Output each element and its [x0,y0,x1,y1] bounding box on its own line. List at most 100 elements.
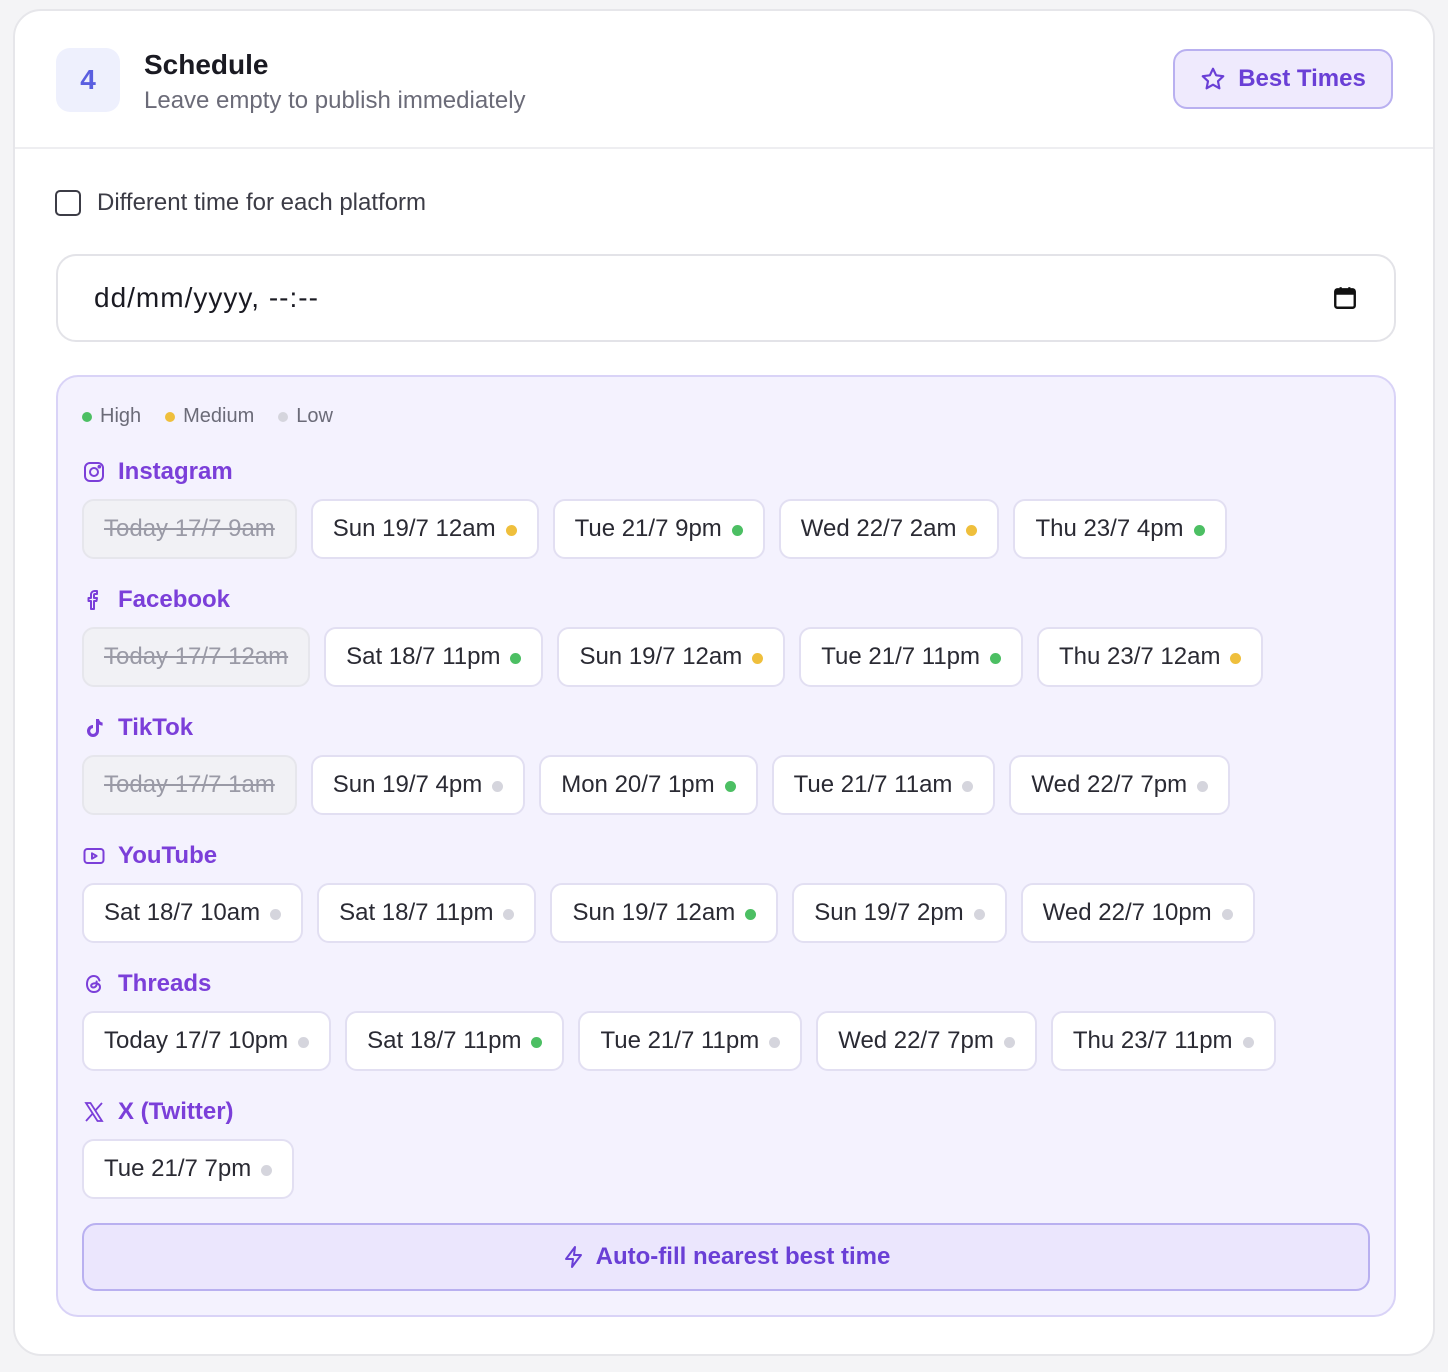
step-badge: 4 [56,48,120,112]
time-slot-list: Today 17/7 10pm Sat 18/7 11pm Tue 21/7 11p… [82,1011,1276,1071]
legend-dot [278,411,289,422]
time-slot-chip[interactable]: Mon 20/7 1pm [539,755,758,815]
time-slot-chip[interactable]: Sat 18/7 11pm [345,1011,565,1071]
priority-dot-high [510,652,522,664]
legend-label: High [100,405,142,427]
priority-dot-low [1221,908,1233,920]
time-slot-label: Thu 23/7 12am [1059,643,1221,670]
time-slot-list: Today 17/7 9am Sun 19/7 12am Tue 21/7 9pm W… [82,499,1227,559]
platform-name: TikTok [118,714,194,741]
platform-facebook: Facebook Today 17/7 12am Sat 18/7 11pm Sun … [82,585,1264,687]
time-slot-label: Today 17/7 12am [104,643,289,670]
time-slot-chip[interactable]: Sun 19/7 12am [310,499,539,559]
platform-instagram: Instagram Today 17/7 9am Sun 19/7 12am Tue … [82,457,1227,559]
time-slot-chip[interactable]: Sun 19/7 2pm [792,883,1007,943]
priority-dot-low [1003,1036,1015,1048]
time-slot-label: Sun 19/7 4pm [332,771,483,798]
time-slot-chip[interactable]: Sun 19/7 4pm [310,755,526,815]
time-slot-label: Wed 22/7 7pm [838,1027,994,1054]
best-times-panel: High Medium Low Instagram Today 17/7 9am Sun… [56,375,1396,1317]
time-slot-label: Thu 23/7 4pm [1035,515,1184,542]
time-slot-label: Today 17/7 1am [104,771,275,798]
best-times-label: Best Times [1238,65,1366,92]
priority-dot-medium [1230,652,1242,664]
platform-header: Threads [82,969,1276,999]
calendar-icon[interactable] [1332,285,1358,311]
priority-dot-low [769,1036,781,1048]
time-slot-label: Thu 23/7 11pm [1072,1027,1233,1054]
time-slot-chip: Today 17/7 9am [82,499,297,559]
priority-dot-medium [966,524,978,536]
priority-dot-high [731,524,743,536]
legend-label: Medium [183,405,255,427]
time-slot-chip[interactable]: Sat 18/7 10am [82,883,304,943]
time-slot-label: Sun 19/7 12am [332,515,496,542]
time-slot-label: Mon 20/7 1pm [561,771,715,798]
priority-dot-low [1197,780,1209,792]
time-slot-chip[interactable]: Today 17/7 10pm [82,1011,332,1071]
section-subtitle: Leave empty to publish immediately [144,87,526,114]
time-slot-chip[interactable]: Wed 22/7 10pm [1020,883,1255,943]
lightning-icon [564,1246,582,1268]
legend-item-low: Low [278,405,333,428]
autofill-label: Auto-fill nearest best time [595,1243,891,1270]
legend-dot [82,411,92,422]
platform-header: TikTok [82,713,1230,743]
platform-name: Facebook [118,586,231,613]
time-slot-chip: Today 17/7 1am [82,755,297,815]
different-time-checkbox[interactable] [55,190,81,216]
time-slot-chip[interactable]: Thu 23/7 4pm [1013,499,1227,559]
time-slot-chip[interactable]: Tue 21/7 11pm [799,627,1024,687]
time-slot-chip[interactable]: Thu 23/7 11pm [1050,1011,1276,1071]
time-slot-chip[interactable]: Wed 22/7 7pm [816,1011,1037,1071]
section-title: Schedule [144,49,269,80]
time-slot-label: Wed 22/7 7pm [1031,771,1188,798]
time-slot-label: Today 17/7 9am [104,515,275,542]
platform-header: Facebook [82,585,1263,615]
different-time-label: Different time for each platform [97,189,427,216]
time-slot-label: Sun 19/7 2pm [814,899,964,926]
time-slot-chip[interactable]: Tue 21/7 11am [771,755,996,815]
platform-x-twitter: X (Twitter) Tue 21/7 7pm [82,1097,295,1199]
time-slot-chip[interactable]: Wed 22/7 7pm [1009,755,1231,815]
time-slot-label: Wed 22/7 2am [800,515,957,542]
priority-dot-high [531,1036,543,1048]
time-slot-label: Wed 22/7 10pm [1042,899,1212,926]
autofill-button[interactable]: Auto-fill nearest best time [82,1223,1370,1291]
time-slot-label: Sat 18/7 11pm [346,643,501,670]
priority-dot-medium [752,652,764,664]
time-slot-chip[interactable]: Tue 21/7 7pm [82,1139,295,1199]
datetime-input[interactable]: dd/mm/yyyy, --:-- [56,254,1396,342]
priority-dot-low [492,780,504,792]
time-slot-chip[interactable]: Tue 21/7 11pm [578,1011,803,1071]
time-slot-list: Tue 21/7 7pm [82,1139,295,1199]
time-slot-chip[interactable]: Wed 22/7 2am [778,499,1000,559]
time-slot-chip[interactable]: Sat 18/7 11pm [324,627,544,687]
platform-name: Threads [118,970,212,997]
different-time-option[interactable]: Different time for each platform [55,189,426,217]
legend-dot [165,411,176,422]
youtube-icon [82,844,106,868]
platform-youtube: YouTube Sat 18/7 10am Sat 18/7 11pm Sun 19/… [82,841,1255,943]
best-times-button[interactable]: Best Times [1173,49,1393,109]
x-twitter-icon [82,1100,106,1124]
time-slot-chip[interactable]: Sun 19/7 12am [550,883,779,943]
time-slot-label: Sun 19/7 12am [579,643,743,670]
platform-name: Instagram [118,458,233,485]
time-slot-chip[interactable]: Sun 19/7 12am [557,627,786,687]
time-slot-list: Sat 18/7 10am Sat 18/7 11pm Sun 19/7 12am S… [82,883,1255,943]
platform-header: Instagram [82,457,1227,487]
priority-dot-high [990,652,1002,664]
time-slot-chip[interactable]: Tue 21/7 9pm [552,499,765,559]
time-slot-label: Tue 21/7 7pm [104,1155,252,1182]
time-slot-label: Sun 19/7 12am [572,899,736,926]
time-slot-label: Tue 21/7 11pm [600,1027,760,1054]
time-slot-chip[interactable]: Sat 18/7 11pm [317,883,537,943]
star-icon [1201,67,1225,90]
facebook-icon [82,588,106,612]
time-slot-chip[interactable]: Thu 23/7 12am [1037,627,1264,687]
priority-dot-low [973,908,985,920]
priority-dot-low [1242,1036,1254,1048]
platform-threads: Threads Today 17/7 10pm Sat 18/7 11pm Tue 2… [82,969,1276,1071]
time-slot-list: Today 17/7 12am Sat 18/7 11pm Sun 19/7 12a… [82,627,1264,687]
